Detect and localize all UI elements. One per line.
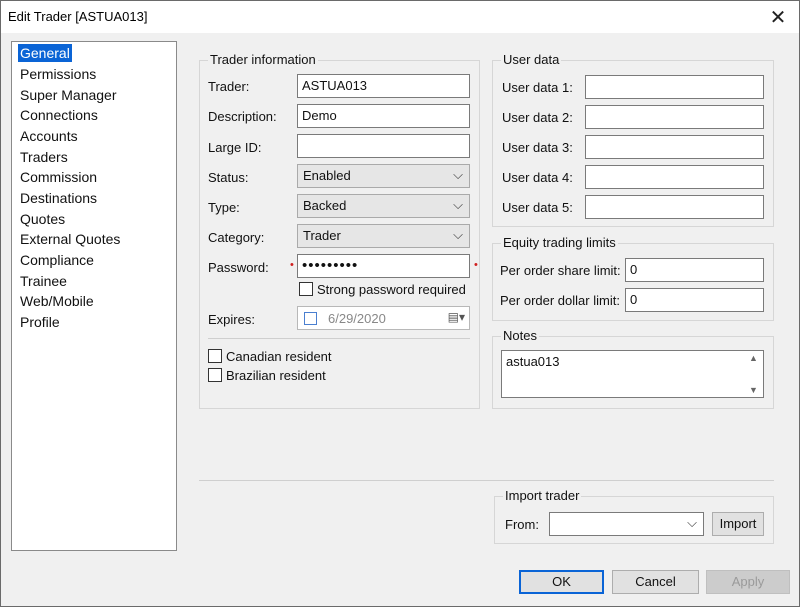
expires-date-picker[interactable]: 6/29/2020 ▤▾ (297, 306, 470, 330)
share-limit-label: Per order share limit: (500, 263, 621, 278)
trader-label: Trader: (208, 79, 250, 94)
nav-item-quotes[interactable]: Quotes (18, 210, 67, 228)
user-data-1-input[interactable] (585, 75, 764, 99)
title-bar: Edit Trader [ASTUA013] ✕ (1, 1, 799, 33)
apply-button[interactable]: Apply (706, 570, 790, 594)
chevron-down-icon: ⌵ (453, 167, 463, 182)
calendar-icon[interactable]: ▤▾ (448, 310, 465, 324)
status-label: Status: (208, 170, 249, 185)
divider (208, 338, 470, 339)
status-select[interactable]: Enabled ⌵ (297, 164, 470, 188)
notes-textarea[interactable]: astua013 ▲ ▼ (501, 350, 764, 398)
edit-trader-dialog: Edit Trader [ASTUA013] ✕ General Permiss… (0, 0, 800, 607)
share-limit-input[interactable]: 0 (625, 258, 764, 282)
category-value: Trader (303, 228, 341, 243)
strong-password-label: Strong password required (317, 282, 466, 297)
ok-button[interactable]: OK (519, 570, 604, 594)
type-select[interactable]: Backed ⌵ (297, 194, 470, 218)
user-data-1-label: User data 1: (502, 80, 573, 95)
equity-limits-legend: Equity trading limits (501, 235, 618, 250)
category-list: General Permissions Super Manager Connec… (11, 41, 177, 551)
expires-label: Expires: (208, 312, 255, 327)
required-marker: • (474, 259, 478, 271)
user-data-5-label: User data 5: (502, 200, 573, 215)
nav-item-profile[interactable]: Profile (18, 313, 62, 331)
expires-enable-checkbox[interactable] (304, 312, 317, 325)
strong-password-checkbox[interactable] (299, 282, 313, 296)
user-data-2-input[interactable] (585, 105, 764, 129)
notes-value: astua013 (506, 354, 560, 369)
nav-item-web-mobile[interactable]: Web/Mobile (18, 292, 96, 310)
nav-item-super-manager[interactable]: Super Manager (18, 86, 119, 104)
notes-scrollbar[interactable]: ▲ ▼ (747, 353, 761, 395)
nav-item-trainee[interactable]: Trainee (18, 272, 69, 290)
trader-information-legend: Trader information (208, 52, 318, 67)
import-from-select[interactable]: ⌵ (549, 512, 704, 536)
password-input[interactable]: ••••••••• (297, 254, 470, 278)
category-label: Category: (208, 230, 265, 245)
description-label: Description: (208, 109, 277, 124)
canadian-resident-checkbox[interactable] (208, 349, 222, 363)
nav-item-permissions[interactable]: Permissions (18, 65, 98, 83)
nav-item-destinations[interactable]: Destinations (18, 189, 99, 207)
required-marker: • (290, 259, 294, 271)
import-trader-legend: Import trader (503, 488, 582, 503)
chevron-down-icon: ⌵ (687, 515, 697, 530)
description-input[interactable]: Demo (297, 104, 470, 128)
trader-input[interactable]: ASTUA013 (297, 74, 470, 98)
nav-item-accounts[interactable]: Accounts (18, 127, 80, 145)
user-data-4-label: User data 4: (502, 170, 573, 185)
large-id-label: Large ID: (208, 140, 262, 155)
chevron-down-icon: ⌵ (453, 227, 463, 242)
nav-item-external-quotes[interactable]: External Quotes (18, 230, 122, 248)
canadian-resident-label: Canadian resident (226, 349, 332, 364)
import-from-label: From: (505, 517, 539, 532)
user-data-3-label: User data 3: (502, 140, 573, 155)
type-value: Backed (303, 198, 347, 213)
cancel-button[interactable]: Cancel (612, 570, 699, 594)
user-data-4-input[interactable] (585, 165, 764, 189)
user-data-3-input[interactable] (585, 135, 764, 159)
import-button[interactable]: Import (712, 512, 764, 536)
type-label: Type: (208, 200, 240, 215)
nav-item-compliance[interactable]: Compliance (18, 251, 96, 269)
close-icon[interactable]: ✕ (765, 4, 791, 30)
scroll-up-icon[interactable]: ▲ (749, 353, 758, 363)
user-data-5-input[interactable] (585, 195, 764, 219)
expires-date-value: 6/29/2020 (328, 311, 386, 326)
brazilian-resident-label: Brazilian resident (226, 368, 326, 383)
nav-item-commission[interactable]: Commission (18, 168, 99, 186)
nav-item-general[interactable]: General (18, 44, 72, 62)
password-label: Password: (208, 260, 269, 275)
user-data-2-label: User data 2: (502, 110, 573, 125)
nav-item-connections[interactable]: Connections (18, 106, 100, 124)
notes-legend: Notes (501, 328, 539, 343)
section-separator (199, 480, 774, 481)
brazilian-resident-checkbox[interactable] (208, 368, 222, 382)
chevron-down-icon: ⌵ (453, 197, 463, 212)
user-data-legend: User data (501, 52, 562, 67)
nav-item-traders[interactable]: Traders (18, 148, 70, 166)
dollar-limit-input[interactable]: 0 (625, 288, 764, 312)
category-select[interactable]: Trader ⌵ (297, 224, 470, 248)
window-title: Edit Trader [ASTUA013] (8, 9, 148, 24)
dollar-limit-label: Per order dollar limit: (500, 293, 620, 308)
large-id-input[interactable] (297, 134, 470, 158)
status-value: Enabled (303, 168, 351, 183)
scroll-down-icon[interactable]: ▼ (749, 385, 758, 395)
